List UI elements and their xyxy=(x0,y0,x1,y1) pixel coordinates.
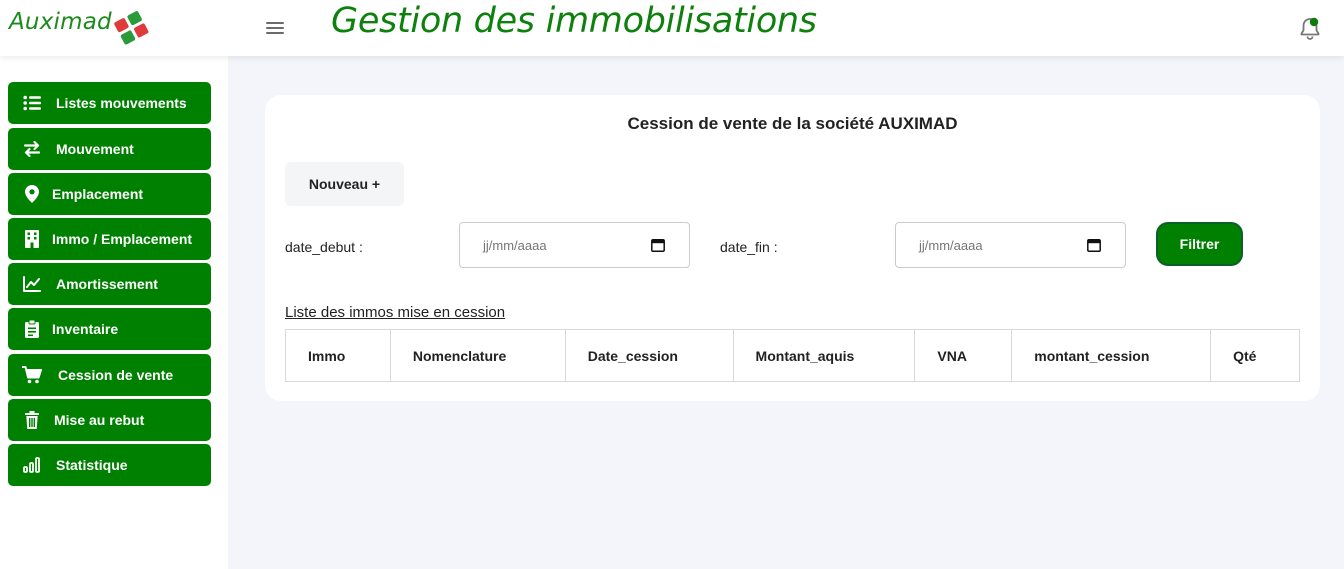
map-pin-icon xyxy=(22,184,42,204)
column-header-montant-aquis: Montant_aquis xyxy=(732,329,916,382)
top-header: Auximad Gestion des immobilisations xyxy=(0,0,1344,56)
sidebar-item-cession-de-vente[interactable]: Cession de vente xyxy=(8,354,211,396)
date-debut-label: date_debut : xyxy=(285,239,363,255)
column-header-vna: VNA xyxy=(914,329,1013,382)
sidebar-item-emplacement[interactable]: Emplacement xyxy=(8,173,211,215)
sidebar-item-label: Listes mouvements xyxy=(56,95,187,111)
building-icon xyxy=(22,229,42,249)
card-title: Cession de vente de la société AUXIMAD xyxy=(627,114,958,133)
sidebar-item-label: Amortissement xyxy=(56,276,158,292)
page-title: Gestion des immobilisations xyxy=(331,1,817,41)
column-header-immo: Immo xyxy=(285,329,391,382)
calendar-icon[interactable] xyxy=(1087,238,1101,252)
menu-toggle-button[interactable] xyxy=(264,19,286,37)
cession-card: Cession de vente de la société AUXIMAD N… xyxy=(265,95,1320,401)
sidebar: Listes mouvements Mouvement Emplacement … xyxy=(0,56,228,569)
date-fin-placeholder: jj/mm/aaaa xyxy=(919,238,983,253)
sidebar-item-label: Mise au rebut xyxy=(54,412,145,428)
new-button[interactable]: Nouveau + xyxy=(285,162,404,206)
logo-icon xyxy=(114,11,149,45)
sidebar-item-label: Immo / Emplacement xyxy=(52,231,193,247)
sidebar-item-label: Emplacement xyxy=(52,186,144,202)
trash-icon xyxy=(22,410,42,430)
calendar-icon[interactable] xyxy=(651,238,665,252)
logo-text: Auximad xyxy=(9,9,112,35)
bar-chart-icon xyxy=(22,455,42,475)
column-header-qte: Qté xyxy=(1210,329,1300,382)
sidebar-item-label: Statistique xyxy=(56,457,128,473)
list-icon xyxy=(22,93,42,113)
column-header-date-cession: Date_cession xyxy=(564,329,734,382)
filter-button[interactable]: Filtrer xyxy=(1156,222,1243,266)
sidebar-item-immo-emplacement[interactable]: Immo / Emplacement xyxy=(8,218,211,260)
notification-bell-icon[interactable] xyxy=(1296,14,1324,42)
sidebar-item-statistique[interactable]: Statistique xyxy=(8,444,211,486)
table-header-row: Immo Nomenclature Date_cession Montant_a… xyxy=(285,329,1300,382)
column-header-nomenclature: Nomenclature xyxy=(389,329,566,382)
cession-table: Immo Nomenclature Date_cession Montant_a… xyxy=(285,329,1300,382)
date-debut-input[interactable]: jj/mm/aaaa xyxy=(459,222,690,268)
date-fin-label: date_fin : xyxy=(720,239,778,255)
swap-arrows-icon xyxy=(22,139,42,159)
sidebar-item-mouvement[interactable]: Mouvement xyxy=(8,128,211,170)
list-title-link[interactable]: Liste des immos mise en cession xyxy=(285,304,505,321)
clipboard-icon xyxy=(22,319,42,339)
date-debut-placeholder: jj/mm/aaaa xyxy=(483,238,547,253)
sidebar-item-label: Cession de vente xyxy=(58,367,174,383)
cart-icon xyxy=(22,365,42,385)
sidebar-item-inventaire[interactable]: Inventaire xyxy=(8,308,211,350)
sidebar-item-amortissement[interactable]: Amortissement xyxy=(8,263,211,305)
sidebar-item-listes-mouvements[interactable]: Listes mouvements xyxy=(8,82,211,124)
sidebar-item-label: Inventaire xyxy=(52,321,119,337)
sidebar-item-label: Mouvement xyxy=(56,141,134,157)
column-header-montant-cession: montant_cession xyxy=(1011,329,1212,382)
date-fin-input[interactable]: jj/mm/aaaa xyxy=(895,222,1126,268)
line-chart-icon xyxy=(22,274,42,294)
sidebar-item-mise-au-rebut[interactable]: Mise au rebut xyxy=(8,399,211,441)
